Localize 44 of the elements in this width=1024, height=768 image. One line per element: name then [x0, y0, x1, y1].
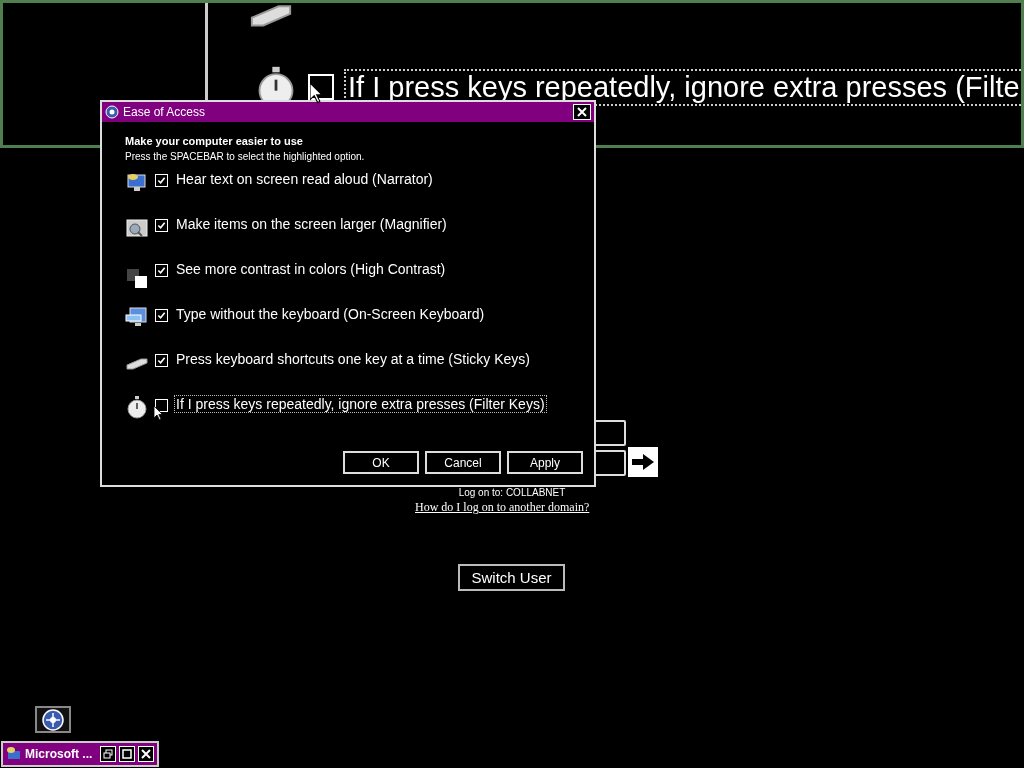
pointer-icon	[154, 406, 164, 421]
check-icon	[157, 311, 166, 320]
checkbox[interactable]	[155, 219, 168, 232]
option-label[interactable]: Type without the keyboard (On-Screen Keyboard)	[174, 305, 487, 323]
close-button[interactable]	[138, 746, 154, 762]
close-button[interactable]	[573, 104, 591, 120]
ease-of-access-icon	[41, 707, 65, 732]
dialog-heading: Make your computer easier to use	[125, 135, 304, 147]
submit-button[interactable]	[628, 447, 658, 477]
maximize-button[interactable]	[119, 746, 135, 762]
instruction-text: Press the SPACEBAR to select the highlighted option.	[125, 151, 366, 162]
arrow-right-icon	[631, 453, 655, 471]
domain-text: Log on to: COLLABNET	[457, 487, 567, 499]
option-label[interactable]: If I press keys repeatedly, ignore extra presses (Filter Keys)	[174, 395, 547, 413]
maximize-icon	[122, 749, 132, 759]
window-title: Ease of Access	[123, 105, 207, 119]
option-label[interactable]: Press keyboard shortcuts one key at a time (Sticky Keys)	[174, 350, 533, 368]
check-icon	[157, 176, 166, 185]
option-label[interactable]: Make items on the screen larger (Magnifier)	[174, 215, 449, 233]
ease-of-access-button[interactable]	[35, 706, 71, 733]
dialog-button[interactable]: OK	[343, 451, 419, 474]
ease-of-access-icon	[105, 105, 119, 119]
dialog-button[interactable]: Apply	[507, 451, 583, 474]
minimized-window[interactable]: Microsoft ...	[1, 741, 159, 767]
domain-help-link[interactable]: How do I log on to another domain?	[415, 500, 590, 514]
checkbox[interactable]	[155, 354, 168, 367]
dialog-button[interactable]: Cancel	[425, 451, 501, 474]
keyboard-monitor-icon	[125, 305, 149, 329]
check-icon	[157, 356, 166, 365]
check-icon	[157, 266, 166, 275]
window-title: Microsoft ...	[25, 747, 94, 761]
switch-user-button[interactable]: Switch User	[458, 564, 565, 591]
stopwatch-icon	[125, 395, 149, 419]
check-icon	[157, 221, 166, 230]
restore-icon	[103, 749, 113, 759]
checkbox[interactable]	[155, 264, 168, 277]
option-label[interactable]: Hear text on screen read aloud (Narrator)	[174, 170, 435, 188]
monitor-icon	[6, 746, 22, 762]
checkbox[interactable]	[155, 309, 168, 322]
restore-button[interactable]	[100, 746, 116, 762]
close-icon	[141, 749, 151, 759]
close-icon	[577, 107, 587, 117]
checkbox[interactable]	[155, 174, 168, 187]
option-label[interactable]: See more contrast in colors (High Contrast)	[174, 260, 448, 278]
